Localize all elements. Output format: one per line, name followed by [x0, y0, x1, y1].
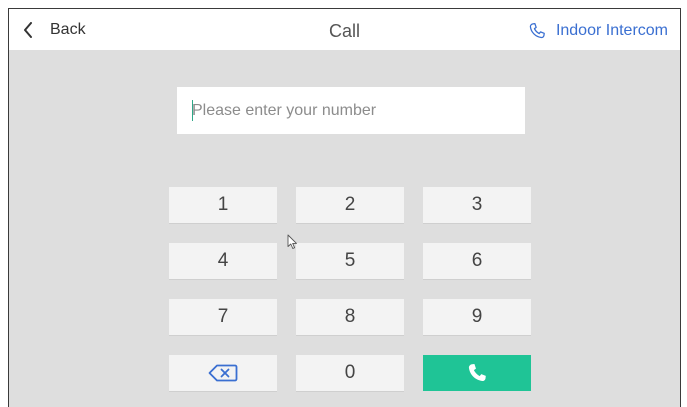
key-2[interactable]: 2: [296, 187, 404, 223]
mouse-cursor-icon: [287, 234, 297, 249]
key-0[interactable]: 0: [296, 355, 404, 391]
key-5[interactable]: 5: [296, 243, 404, 279]
number-input[interactable]: [177, 87, 525, 134]
text-caret: [192, 100, 193, 121]
number-field[interactable]: [177, 87, 525, 134]
key-6[interactable]: 6: [423, 243, 531, 279]
key-8[interactable]: 8: [296, 299, 404, 335]
call-button[interactable]: [423, 355, 531, 391]
key-3[interactable]: 3: [423, 187, 531, 223]
indoor-intercom-label: Indoor Intercom: [555, 22, 668, 39]
key-9[interactable]: 9: [423, 299, 531, 335]
backspace-icon: [208, 364, 238, 382]
phone-icon: [529, 23, 545, 39]
key-4[interactable]: 4: [169, 243, 277, 279]
header-bar: Back Call Indoor Intercom: [9, 9, 680, 50]
key-7[interactable]: 7: [169, 299, 277, 335]
phone-icon: [468, 364, 486, 381]
delete-key[interactable]: [169, 355, 277, 391]
indoor-intercom-button[interactable]: Indoor Intercom: [528, 9, 668, 53]
key-1[interactable]: 1: [169, 187, 277, 223]
call-screen: Back Call Indoor Intercom 1 2 3 4 5 6 7 …: [8, 8, 681, 407]
